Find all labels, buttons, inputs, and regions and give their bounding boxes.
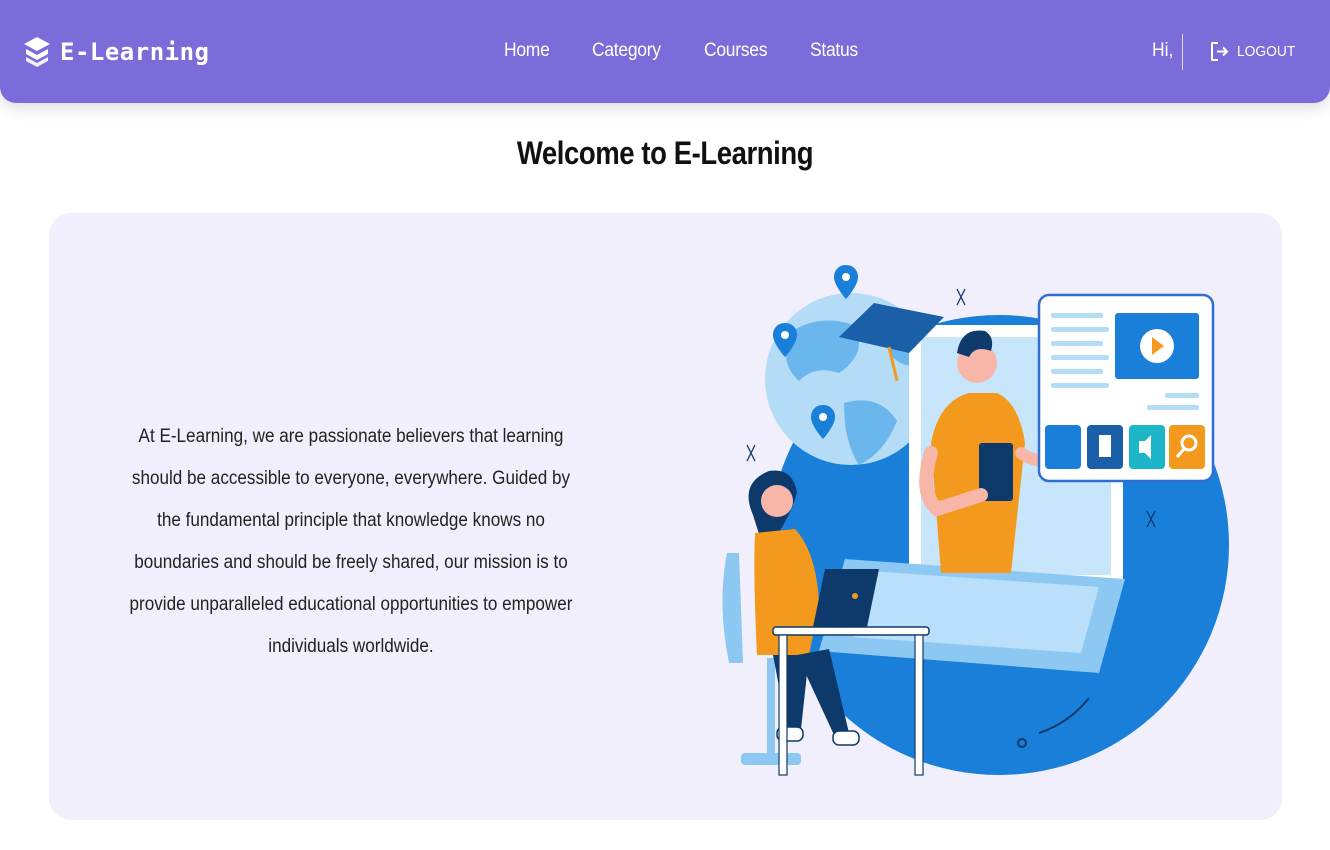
nav-status-link[interactable]: Status	[810, 40, 858, 62]
main-nav: Home Category Courses Status	[504, 40, 862, 62]
logout-button[interactable]: LOGOUT	[1210, 41, 1300, 62]
nav-courses-link[interactable]: Courses	[704, 40, 802, 62]
welcome-card: At E-Learning, we are passionate believe…	[49, 213, 1282, 820]
logout-icon	[1211, 42, 1229, 61]
brand-logo[interactable]: E-Learning	[22, 35, 210, 69]
logout-label: LOGOUT	[1237, 43, 1296, 60]
online-learning-illustration	[722, 265, 1229, 776]
nav-category-link[interactable]: Category	[592, 40, 695, 62]
brand-name: E-Learning	[60, 38, 210, 66]
user-greeting: Hi,	[1152, 40, 1174, 61]
nav-home-link[interactable]: Home	[504, 40, 585, 62]
intro-text: At E-Learning, we are passionate believe…	[129, 426, 573, 657]
page-title: Welcome to E-Learning	[516, 135, 814, 171]
nav-divider	[1182, 34, 1183, 70]
top-navbar: E-Learning Home Category Courses Status …	[0, 0, 1330, 103]
graduation-layers-icon	[24, 37, 50, 67]
